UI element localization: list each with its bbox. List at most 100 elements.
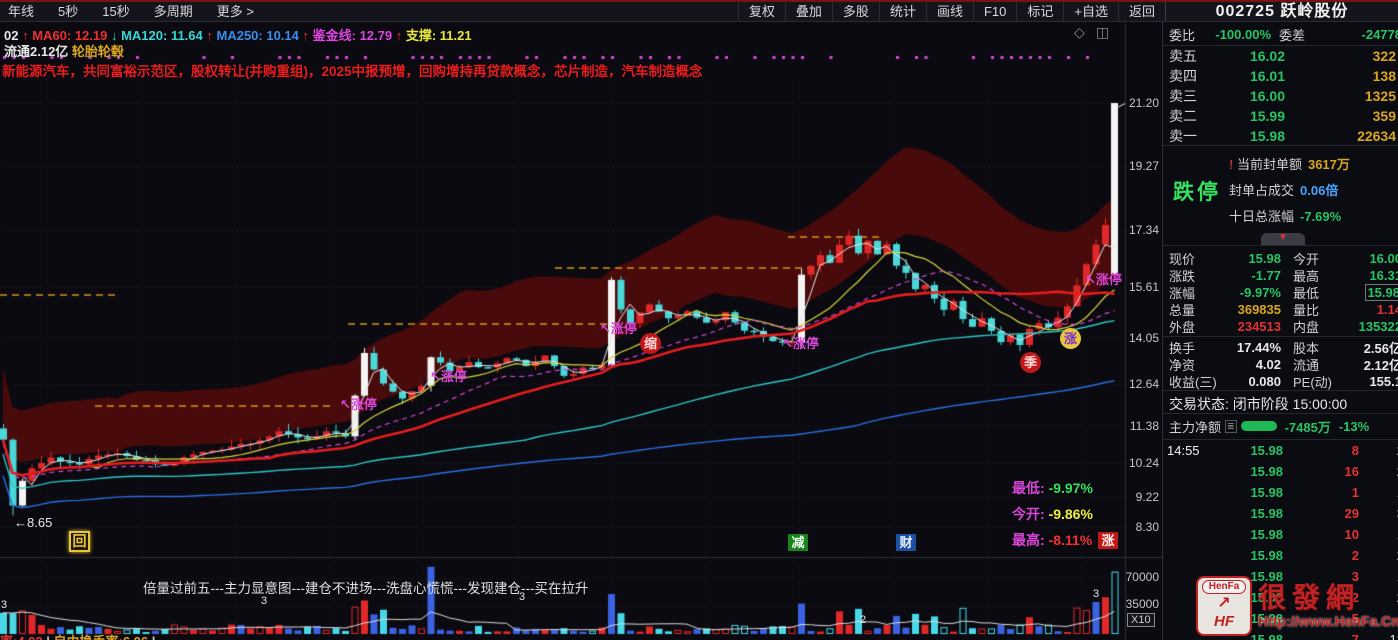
seal-value: -7.69% <box>1300 209 1341 224</box>
candlestick-chart-canvas[interactable] <box>0 22 1162 640</box>
tick-price: 15.98 <box>1211 548 1283 563</box>
concept-tags-line: 新能源汽车，共同富裕示范区，股权转让(并购重组)，2025中报预增，回购增持再贷… <box>2 60 703 80</box>
quote-value: 15.98 <box>1221 251 1281 266</box>
fund-label: 收益(三) <box>1169 372 1221 391</box>
tick-price: 15.98 <box>1211 527 1283 542</box>
seal-value: 0.06倍 <box>1300 183 1338 198</box>
seal-label: 封单占成交 <box>1229 183 1294 198</box>
tick-count: 3 <box>1359 506 1398 521</box>
henfa-bull-icon: HenFa ↗ HF <box>1196 576 1252 636</box>
period-tab-3[interactable]: 多周期 <box>154 2 193 21</box>
fund-value: 4.02 <box>1221 357 1281 372</box>
period-tab-1[interactable]: 5秒 <box>58 2 78 21</box>
quote-value: 135322 <box>1343 319 1398 334</box>
tick-lots: 1 <box>1283 485 1359 500</box>
fund-value: 0.080 <box>1221 374 1281 389</box>
float-segment-0: 流通2.12亿 <box>4 44 72 59</box>
period-tab-0[interactable]: 年线 <box>8 2 34 21</box>
tool-menu: 复权叠加多股统计画线F10标记+自选返回 <box>738 2 1165 21</box>
quote-label: 内盘 <box>1281 317 1343 336</box>
limit-seal-section: 跌停 ! 当前封单额3617万封单占成交0.06倍十日总涨幅-7.69% ▾ <box>1163 146 1398 246</box>
tick-lots: 16 <box>1283 464 1359 479</box>
tick-price: 15.98 <box>1211 506 1283 521</box>
ask-price: 15.99 <box>1207 108 1285 124</box>
tick-count: 2 <box>1359 464 1398 479</box>
quote-value: -1.77 <box>1221 268 1281 283</box>
tick-row-5: 15.9822 <box>1163 545 1398 566</box>
tick-price: 15.98 <box>1211 485 1283 500</box>
stock-title: 002725 跃岭股份 <box>1165 2 1398 21</box>
ask-level-row-1[interactable]: 卖四16.01138 <box>1163 66 1398 86</box>
menu-item-5[interactable]: F10 <box>973 2 1016 21</box>
indicator-segment-7: ↑ <box>303 28 313 43</box>
seal-row-1: 封单占成交 0.06倍 <box>1229 180 1338 199</box>
indicator-segment-5: ↑ <box>206 28 216 43</box>
menu-item-0[interactable]: 复权 <box>738 2 785 21</box>
period-tab-2[interactable]: 15秒 <box>102 2 129 21</box>
menu-item-4[interactable]: 画线 <box>926 2 973 21</box>
quote-row-3: 总量369835量比1.14 <box>1163 301 1398 318</box>
menu-item-6[interactable]: 标记 <box>1016 2 1063 21</box>
quote-value: -9.97% <box>1221 285 1281 300</box>
ask-price: 16.00 <box>1207 88 1285 104</box>
fund-label: PE(动) <box>1281 372 1343 391</box>
menu-item-2[interactable]: 多股 <box>832 2 879 21</box>
quote-value: 15.98 <box>1343 285 1398 300</box>
fund-value: 2.12亿 <box>1343 355 1398 374</box>
tick-time: 14:55 <box>1163 443 1211 458</box>
period-tabs: 年线 5秒 15秒 多周期 更多 > <box>0 2 254 21</box>
tick-row-1: 15.98162 <box>1163 461 1398 482</box>
seal-label: 当前封单额 <box>1237 157 1302 172</box>
quote-value: 234513 <box>1221 319 1281 334</box>
weibi-value: -100.00% <box>1195 27 1271 42</box>
main-net-value: -7485万 <box>1285 417 1331 436</box>
trade-status-text: 交易状态: 闭市阶段 15:00:00 <box>1163 391 1398 414</box>
ask-price: 16.01 <box>1207 68 1285 84</box>
menu-item-8[interactable]: 返回 <box>1118 2 1165 21</box>
trade-status-section: 交易状态: 闭市阶段 15:00:00 <box>1163 391 1398 414</box>
main-net-pct: -13% <box>1339 419 1369 434</box>
fundamental-row-0: 换手17.44%股本2.56亿 <box>1163 339 1398 356</box>
fundamental-row-1: 净资4.02流通2.12亿 <box>1163 356 1398 373</box>
menu-item-7[interactable]: +自选 <box>1063 2 1118 21</box>
ask-label: 卖四 <box>1169 66 1207 86</box>
ask-volume: 359 <box>1285 108 1398 124</box>
list-icon[interactable]: ≣ <box>1225 420 1237 433</box>
indicator-segment-10: 支撑: 11.21 <box>406 28 472 43</box>
ask-level-row-0[interactable]: 卖五16.02322 <box>1163 46 1398 66</box>
seal-row-2: 十日总涨幅-7.69% <box>1229 206 1341 225</box>
henfa-url[interactable]: Http://www.HenFa.Cn <box>1258 613 1398 629</box>
ask-level-row-3[interactable]: 卖二15.99359 <box>1163 106 1398 126</box>
float-shares-line: 流通2.12亿 轮胎轮毂 <box>4 41 124 60</box>
henfa-watermark[interactable]: HenFa ↗ HF 很發網 Http://www.HenFa.Cn <box>1196 574 1396 638</box>
menu-item-1[interactable]: 叠加 <box>785 2 832 21</box>
float-segment-1: 轮胎轮毂 <box>72 44 124 59</box>
tick-count: 2 <box>1359 548 1398 563</box>
collapse-chevron-button[interactable]: ▾ <box>1261 233 1305 245</box>
period-tab-4[interactable]: 更多 > <box>217 2 254 21</box>
quote-row-0: 现价15.98今开16.00 <box>1163 250 1398 267</box>
tick-price: 15.98 <box>1211 464 1283 479</box>
fund-value: 155.1 <box>1343 374 1398 389</box>
quote-label: 外盘 <box>1169 317 1221 336</box>
tick-row-2: 15.9811 <box>1163 482 1398 503</box>
weibi-label: 委比 <box>1169 25 1195 44</box>
henfa-monogram: HF <box>1198 614 1250 630</box>
weicha-label: 委差 <box>1271 25 1305 44</box>
ask-level-row-4[interactable]: 卖一15.9822634 <box>1163 126 1398 146</box>
fund-value: 17.44% <box>1221 340 1281 355</box>
quote-row-2: 涨幅-9.97%最低15.98 <box>1163 284 1398 301</box>
weibi-section: 委比 -100.00% 委差 -24778 <box>1163 22 1398 46</box>
tick-price: 15.98 <box>1211 443 1283 458</box>
quote-value: 369835 <box>1221 302 1281 317</box>
ask-price: 16.02 <box>1207 48 1285 64</box>
top-menu-bar: 年线 5秒 15秒 多周期 更多 > 复权叠加多股统计画线F10标记+自选返回 0027… <box>0 0 1398 22</box>
menu-item-3[interactable]: 统计 <box>879 2 926 21</box>
ask-price: 15.98 <box>1207 128 1285 144</box>
trading-terminal: 年线 5秒 15秒 多周期 更多 > 复权叠加多股统计画线F10标记+自选返回 0027… <box>0 0 1398 640</box>
tick-lots: 29 <box>1283 506 1359 521</box>
indicator-segment-8: 鉴金线: 12.79 <box>313 28 396 43</box>
ask-level-row-2[interactable]: 卖三16.001325 <box>1163 86 1398 106</box>
alert-icon: ! <box>1229 157 1237 172</box>
weicha-value: -24778 <box>1305 27 1398 42</box>
